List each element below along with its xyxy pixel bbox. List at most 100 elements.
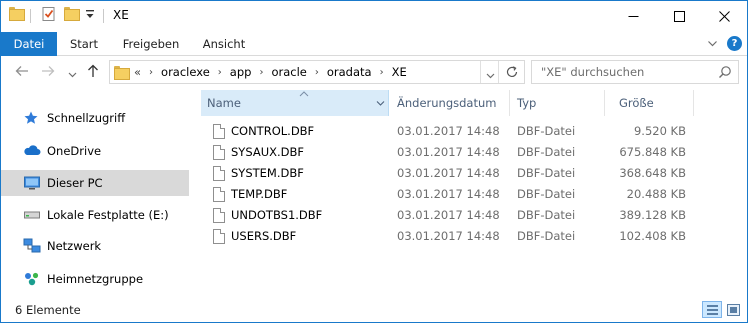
recent-locations-button[interactable] — [68, 67, 77, 83]
table-row[interactable]: UNDOTBS1.DBF 03.01.2017 14:48 DBF-Datei … — [191, 205, 747, 226]
tab-ansicht[interactable]: Ansicht — [195, 32, 253, 56]
up-button[interactable] — [87, 64, 99, 82]
file-name: SYSTEM.DBF — [231, 166, 304, 180]
breadcrumb-xe[interactable]: XE — [392, 65, 407, 79]
minimize-button[interactable] — [610, 1, 656, 32]
column-header-name[interactable]: Name — [201, 90, 389, 116]
ribbon-tabs: Datei Start Freigeben Ansicht ? — [1, 32, 747, 56]
breadcrumb-separator[interactable]: › — [380, 67, 384, 78]
network-icon — [23, 238, 41, 254]
address-divider — [480, 61, 481, 83]
column-header-date[interactable]: Änderungsdatum — [391, 90, 509, 116]
address-row: « › oraclexe › app › oracle › oradata › … — [1, 56, 747, 90]
window-title: XE — [113, 8, 129, 22]
column-divider[interactable] — [509, 90, 510, 116]
nav-item-label: Lokale Festplatte (E:) — [47, 208, 169, 222]
file-name: USERS.DBF — [231, 229, 297, 243]
file-size: 368.648 KB — [619, 166, 686, 180]
file-icon — [213, 187, 225, 202]
file-type: DBF-Datei — [517, 187, 576, 201]
file-name: CONTROL.DBF — [231, 124, 315, 138]
refresh-button[interactable] — [505, 65, 519, 82]
file-type: DBF-Datei — [517, 208, 576, 222]
sort-ascending-icon — [299, 91, 309, 97]
customize-quick-access-icon[interactable] — [85, 9, 95, 21]
tab-freigeben[interactable]: Freigeben — [113, 32, 189, 56]
file-date: 03.01.2017 14:48 — [397, 208, 500, 222]
up-arrow-icon — [88, 64, 98, 77]
column-divider[interactable] — [604, 90, 605, 116]
file-type: DBF-Datei — [517, 124, 576, 138]
properties-icon[interactable] — [41, 6, 57, 22]
file-date: 03.01.2017 14:48 — [397, 124, 500, 138]
table-row[interactable]: SYSAUX.DBF 03.01.2017 14:48 DBF-Datei 67… — [191, 142, 747, 163]
column-header-size[interactable]: Größe — [613, 90, 693, 116]
breadcrumb-separator[interactable]: › — [315, 67, 319, 78]
star-icon — [23, 110, 41, 126]
file-size: 675.848 KB — [619, 145, 686, 159]
file-type: DBF-Datei — [517, 145, 576, 159]
tab-datei[interactable]: Datei — [1, 32, 57, 56]
column-header-type[interactable]: Typ — [511, 90, 603, 116]
breadcrumb-separator[interactable]: › — [149, 67, 153, 78]
nav-item-heimnetzgruppe[interactable]: Heimnetzgruppe — [1, 266, 189, 292]
column-divider[interactable] — [693, 90, 694, 116]
breadcrumb-separator[interactable]: › — [259, 67, 263, 78]
breadcrumb-app[interactable]: app — [230, 65, 252, 79]
refresh-icon — [506, 66, 518, 78]
breadcrumb-separator[interactable]: › — [218, 67, 222, 78]
breadcrumb-oraclexe[interactable]: oraclexe — [161, 65, 210, 79]
file-date: 03.01.2017 14:48 — [397, 145, 500, 159]
breadcrumb-oracle[interactable]: oracle — [271, 65, 306, 79]
address-divider — [498, 61, 499, 83]
nav-item-dieser-pc[interactable]: Dieser PC — [1, 170, 189, 196]
back-button[interactable] — [15, 65, 29, 81]
large-icons-view-icon — [727, 304, 740, 316]
file-icon — [213, 124, 225, 139]
file-size: 389.128 KB — [619, 208, 686, 222]
breadcrumb-overflow[interactable]: « — [134, 65, 141, 79]
file-icon — [213, 229, 225, 244]
cloud-icon — [23, 143, 41, 159]
search-icon[interactable] — [718, 65, 732, 82]
nav-item-onedrive[interactable]: OneDrive — [1, 138, 189, 164]
title-bar: XE — [1, 1, 747, 32]
ribbon-expand-icon[interactable] — [707, 38, 718, 52]
homegroup-icon — [23, 271, 41, 287]
tab-start[interactable]: Start — [61, 32, 107, 56]
maximize-icon — [673, 11, 685, 22]
nav-item-schnellzugriff[interactable]: Schnellzugriff — [1, 105, 189, 131]
forward-arrow-icon — [42, 66, 55, 76]
chevron-down-icon — [486, 73, 495, 79]
help-icon[interactable]: ? — [727, 36, 742, 51]
table-row[interactable]: TEMP.DBF 03.01.2017 14:48 DBF-Datei 20.4… — [191, 184, 747, 205]
nav-item-lokale-festplatte[interactable]: Lokale Festplatte (E:) — [1, 202, 189, 228]
nav-item-label: OneDrive — [47, 144, 102, 158]
chevron-down-icon — [68, 72, 77, 78]
close-button[interactable] — [701, 1, 747, 32]
breadcrumb-oradata[interactable]: oradata — [327, 65, 372, 79]
breadcrumb: « › oraclexe › app › oracle › oradata › … — [134, 61, 407, 83]
item-count: 6 Elemente — [15, 303, 81, 317]
nav-item-netzwerk[interactable]: Netzwerk — [1, 233, 189, 259]
details-view-button[interactable] — [702, 301, 722, 318]
search-box — [531, 60, 739, 84]
address-history-button[interactable] — [486, 69, 495, 83]
file-icon — [213, 145, 225, 160]
drive-icon — [23, 207, 41, 223]
new-folder-icon[interactable] — [64, 7, 80, 21]
file-size: 20.488 KB — [626, 187, 686, 201]
nav-item-label: Dieser PC — [47, 176, 103, 190]
table-row[interactable]: USERS.DBF 03.01.2017 14:48 DBF-Datei 102… — [191, 226, 747, 247]
forward-button[interactable] — [41, 65, 55, 81]
address-bar[interactable]: « › oraclexe › app › oracle › oradata › … — [109, 60, 525, 84]
search-input[interactable] — [532, 61, 710, 83]
large-icons-view-button[interactable] — [723, 301, 743, 318]
file-name: TEMP.DBF — [231, 187, 288, 201]
close-icon — [718, 11, 730, 22]
maximize-button[interactable] — [656, 1, 702, 32]
table-row[interactable]: SYSTEM.DBF 03.01.2017 14:48 DBF-Datei 36… — [191, 163, 747, 184]
file-size: 102.408 KB — [619, 229, 686, 243]
file-name: UNDOTBS1.DBF — [231, 208, 323, 222]
table-row[interactable]: CONTROL.DBF 03.01.2017 14:48 DBF-Datei 9… — [191, 121, 747, 142]
